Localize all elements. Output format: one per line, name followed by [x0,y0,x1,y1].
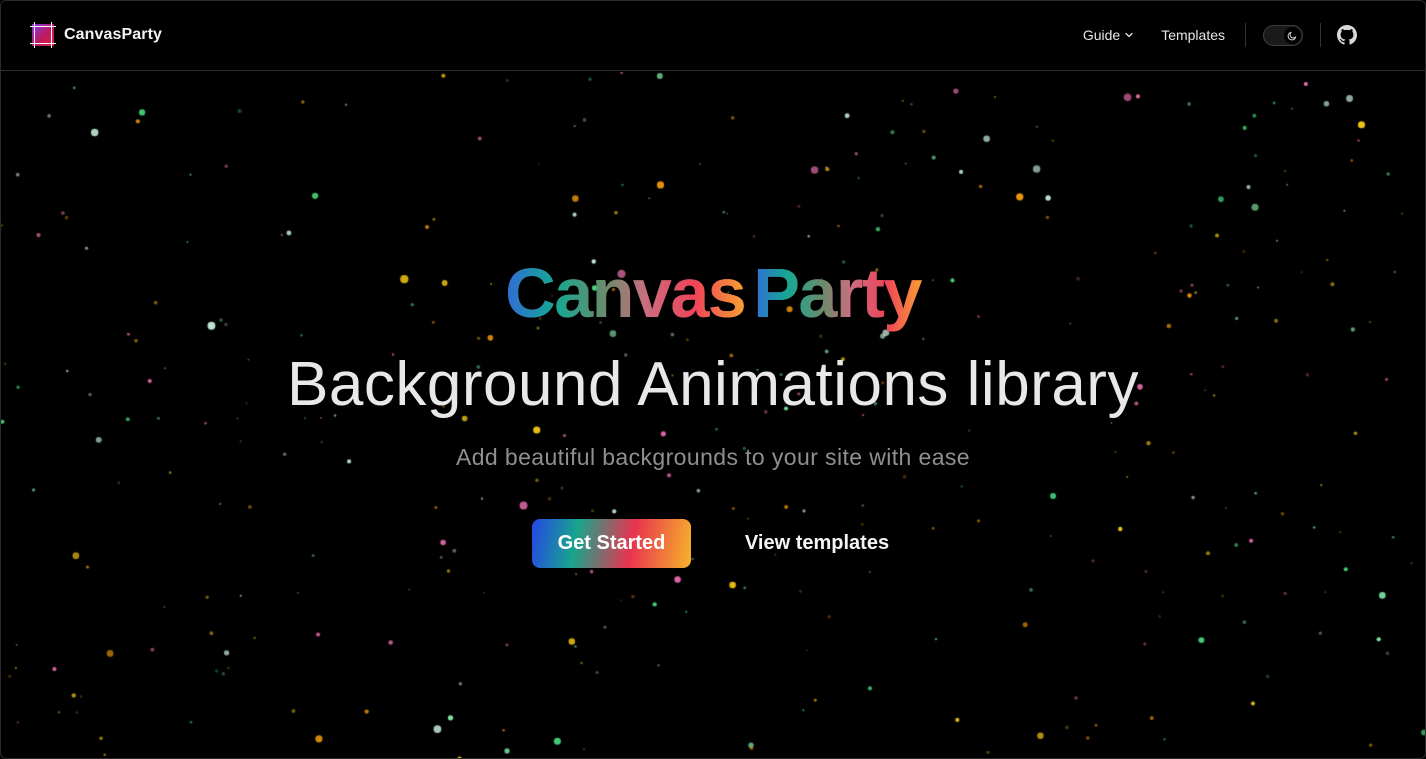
brand-link[interactable]: CanvasParty [30,22,163,48]
get-started-button[interactable]: Get Started [532,519,691,568]
hero-brand-title: Canvas Party [1,253,1425,333]
theme-toggle[interactable] [1263,24,1303,46]
github-icon[interactable] [1337,25,1357,45]
hero-brand-word: Party [749,253,925,333]
nav-templates-link[interactable]: Templates [1161,27,1225,43]
nav-divider [1320,23,1321,47]
hero-headline: Background Animations library [287,350,1139,419]
page-frame: CanvasParty Guide Templates Canvas Party… [0,0,1426,759]
nav-divider [1245,23,1246,47]
hero-subline: Add beautiful backgrounds to your site w… [455,444,970,470]
brand-name: CanvasParty [64,26,163,43]
nav-guide-label: Guide [1082,27,1121,43]
chevron-down-icon [1125,32,1133,38]
toggle-knob [1284,26,1301,44]
hero-brand-word: Canvas [501,253,749,333]
view-templates-button[interactable]: View templates [721,519,913,568]
nav-actions: Guide Templates [1083,21,1357,49]
hero-section: Canvas Party Background Animations libra… [1,1,1425,758]
canvas-logo-icon [30,22,56,48]
top-nav: CanvasParty Guide Templates [1,1,1425,71]
nav-guide-dropdown[interactable]: Guide [1083,27,1134,43]
moon-icon [1287,31,1297,40]
